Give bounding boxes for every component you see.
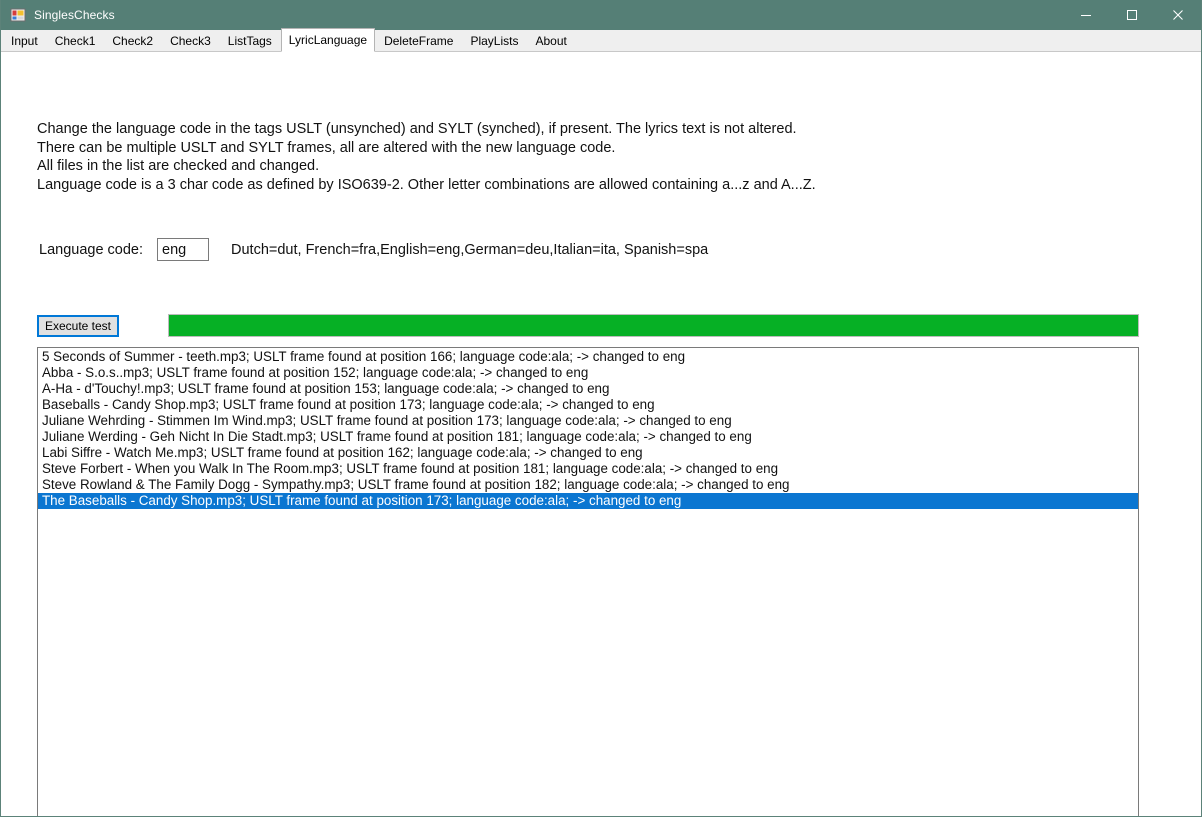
list-item[interactable]: The Baseballs - Candy Shop.mp3; USLT fra… <box>38 493 1138 509</box>
tab-deleteframe[interactable]: DeleteFrame <box>376 30 462 51</box>
list-item[interactable]: Juliane Werding - Geh Nicht In Die Stadt… <box>38 429 1138 445</box>
description-line-1: Change the language code in the tags USL… <box>37 121 797 137</box>
progress-bar <box>168 314 1139 337</box>
minimize-icon[interactable] <box>1063 0 1109 30</box>
tab-input[interactable]: Input <box>3 30 46 51</box>
tab-about[interactable]: About <box>527 30 575 51</box>
window-controls <box>1063 0 1201 30</box>
list-item[interactable]: Juliane Wehrding - Stimmen Im Wind.mp3; … <box>38 413 1138 429</box>
language-code-hint: Dutch=dut, French=fra,English=eng,German… <box>231 241 709 258</box>
results-listbox[interactable]: 5 Seconds of Summer - teeth.mp3; USLT fr… <box>37 347 1139 816</box>
tab-strip: Input Check1 Check2 Check3 ListTags Lyri… <box>1 28 1201 52</box>
list-item[interactable]: Abba - S.o.s..mp3; USLT frame found at p… <box>38 365 1138 381</box>
execute-test-button[interactable]: Execute test <box>37 315 119 337</box>
tab-lyriclanguage[interactable]: LyricLanguage <box>280 28 376 52</box>
language-code-row: Language code: Dutch=dut, French=fra,Eng… <box>39 238 708 261</box>
title-bar: SinglesChecks <box>1 0 1201 30</box>
tab-check2[interactable]: Check2 <box>104 30 162 51</box>
app-windows-forms-icon <box>10 7 26 23</box>
list-item[interactable]: Labi Siffre - Watch Me.mp3; USLT frame f… <box>38 445 1138 461</box>
app-window: SinglesChecks Input Check1 Check2 Check3… <box>0 0 1202 817</box>
description-line-2: There can be multiple USLT and SYLT fram… <box>37 139 616 156</box>
list-item[interactable]: 5 Seconds of Summer - teeth.mp3; USLT fr… <box>38 349 1138 365</box>
language-code-label: Language code: <box>39 241 144 258</box>
list-item[interactable]: Baseballs - Candy Shop.mp3; USLT frame f… <box>38 397 1138 413</box>
list-item[interactable]: A-Ha - d'Touchy!.mp3; USLT frame found a… <box>38 381 1138 397</box>
tab-check1[interactable]: Check1 <box>46 30 104 51</box>
close-icon[interactable] <box>1155 0 1201 30</box>
tab-check3[interactable]: Check3 <box>162 30 219 51</box>
list-item[interactable]: Steve Forbert - When you Walk In The Roo… <box>38 461 1138 477</box>
list-item[interactable]: Steve Rowland & The Family Dogg - Sympat… <box>38 477 1138 493</box>
description-line-3: All files in the list are checked and ch… <box>37 158 320 175</box>
description-text: Change the language code in the tags USL… <box>37 120 816 194</box>
window-title: SinglesChecks <box>34 8 115 22</box>
progress-bar-fill <box>169 315 1138 336</box>
maximize-icon[interactable] <box>1109 0 1155 30</box>
language-code-input[interactable] <box>157 238 210 261</box>
description-line-4: Language code is a 3 char code as define… <box>37 176 816 193</box>
tab-listtags[interactable]: ListTags <box>219 30 280 51</box>
tab-playlists[interactable]: PlayLists <box>462 30 527 51</box>
tab-panel-lyriclanguage: Change the language code in the tags USL… <box>1 52 1201 816</box>
